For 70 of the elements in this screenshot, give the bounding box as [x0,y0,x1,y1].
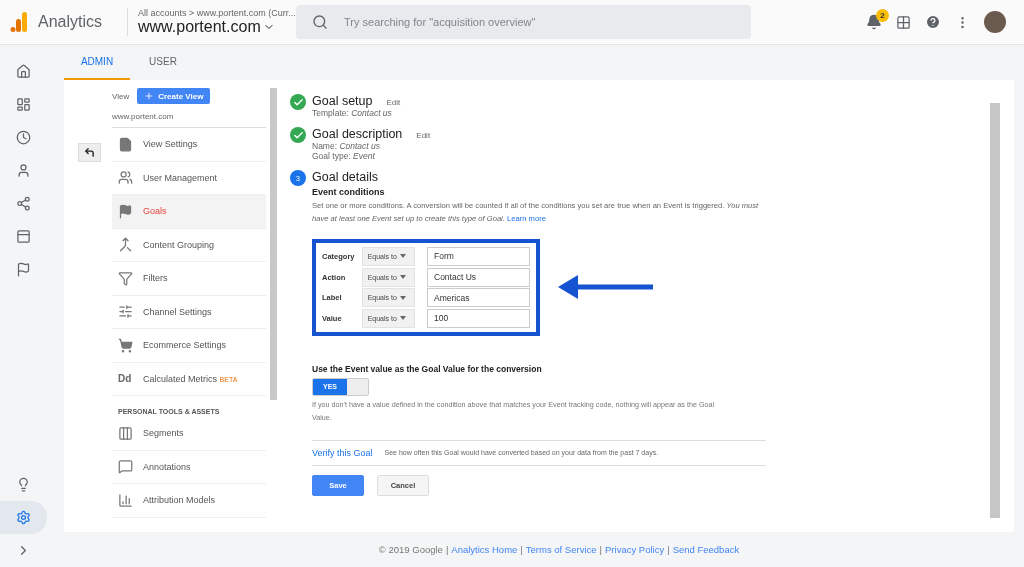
footer-link[interactable]: Analytics Home [451,544,518,555]
nav-item[interactable]: View Settings [112,128,266,162]
value-field[interactable]: Contact Us [427,267,530,287]
merge-icon [118,237,133,253]
help-icon[interactable] [925,14,941,30]
people-icon [118,170,133,186]
section-heading: Event conditions [312,187,386,197]
search-field[interactable]: Try searching for "acquisition overview" [296,5,751,39]
cart-icon [118,337,133,353]
step-title: Goal setup [312,94,373,108]
product-name: Analytics [38,13,103,31]
filter-icon [118,270,133,286]
back-button[interactable] [77,143,101,162]
settings-icon[interactable] [0,501,47,534]
flag-icon [118,203,133,219]
check-icon [290,127,306,143]
bell-icon[interactable] [866,14,882,30]
verify-link[interactable]: Verify this Goal [312,447,373,458]
nav-item[interactable]: Channel Settings [112,295,266,329]
step-detail: Template: Contact us [312,108,393,118]
nav-item[interactable]: Content Grouping [112,228,266,262]
columns-icon [118,425,133,441]
sliders-icon [118,304,133,320]
value-field[interactable]: Americas [427,288,530,308]
separator: | [599,544,603,555]
edit-link[interactable]: Edit [416,131,431,140]
file-icon [118,136,133,152]
separator: | [667,544,670,555]
metrics-icon: Dd [118,373,133,385]
nav-item[interactable]: Segments [112,417,266,451]
create-view-button[interactable]: Create View [137,88,211,104]
nav-item[interactable]: Ecommerce Settings [112,329,266,363]
back-arrow-icon [83,147,95,158]
step-detail: Goal type: Event [312,151,376,161]
caret-icon [399,316,406,321]
check-icon [290,94,306,110]
search-icon [312,14,328,30]
nav-item[interactable]: Annotations [112,450,266,484]
nav-item[interactable]: Attribution Models [112,484,266,518]
option-label: Use the Event value as the Goal Value for the conversion [312,363,543,374]
apps-icon[interactable] [896,14,911,30]
separator: | [520,544,523,555]
footer-link[interactable]: Terms of Service [525,544,597,555]
notification-badge: 2 [876,9,889,22]
step-title: Goal details [312,170,378,184]
comment-icon [118,459,133,475]
tab[interactable]: USER [130,45,196,80]
edit-link[interactable]: Edit [386,98,401,107]
step-title: Goal description [312,127,403,141]
avatar[interactable] [984,11,1006,33]
copyright: © 2019 Google [378,544,443,555]
property-selector[interactable]: www.portent.com [138,18,296,36]
view-label: View [112,91,130,101]
scrollbar[interactable] [270,88,277,400]
search-input[interactable]: Try searching for "acquisition overview" [342,15,751,29]
value-field[interactable]: 100 [427,308,530,328]
view-name: www.portent.com [112,104,266,128]
analytics-logo [10,12,28,32]
bar-chart-icon [118,492,133,508]
nav-item[interactable]: Goals [112,195,266,229]
caret-icon [399,295,406,300]
caret-icon [399,275,406,280]
scrollbar[interactable] [990,103,1000,518]
plus-icon [144,91,155,101]
value-field[interactable]: Form [427,246,530,266]
nav-item[interactable]: Filters [112,262,266,296]
breadcrumb[interactable]: All accounts > www.portent.com (Curr... [138,8,296,18]
step-detail: Name: Contact us [312,141,382,151]
caret-icon [399,254,406,259]
separator: | [445,544,449,555]
